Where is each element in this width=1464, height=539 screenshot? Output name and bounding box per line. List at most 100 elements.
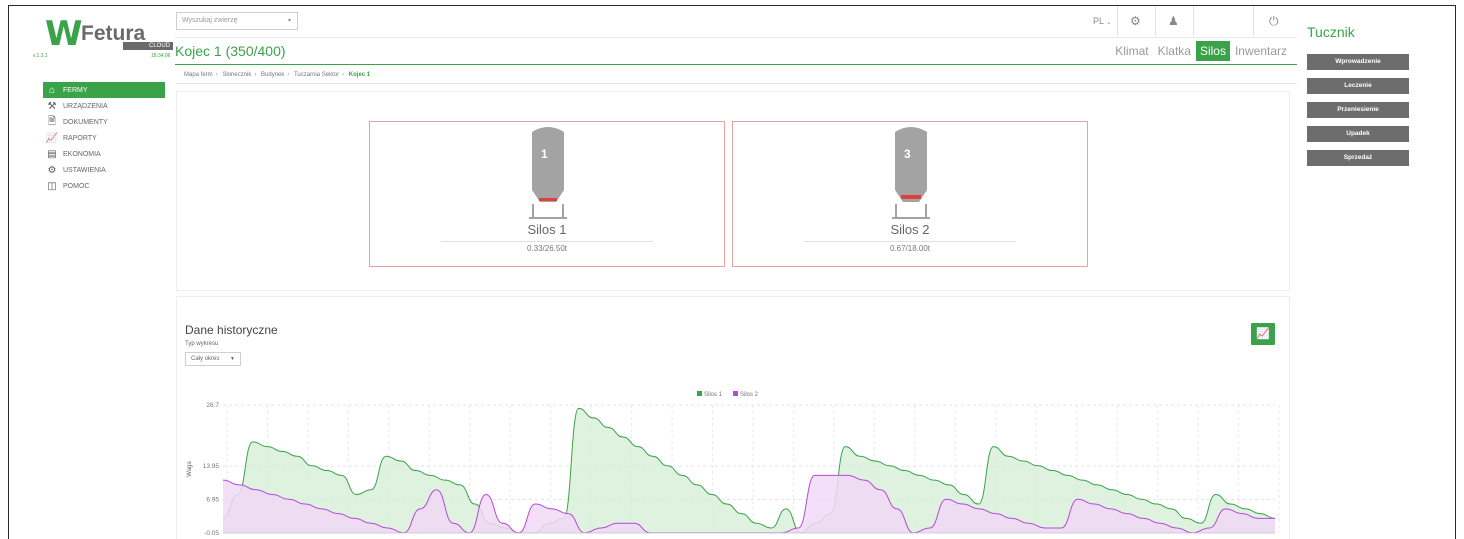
breadcrumb-item[interactable]: Tuczarnia Sektor [294,72,339,78]
nav-item-ekonomia[interactable]: ▤ EKONOMIA [43,146,165,162]
user-icon[interactable]: ♟ [1168,14,1179,28]
breadcrumb-current: Kojec 1 [348,72,371,78]
treatment-button[interactable]: Leczenie [1307,78,1409,94]
page-header: Kojec 1 (350/400) Klimat Klatka Silos In… [175,38,1297,65]
y-axis-label: Waga [187,461,193,477]
tab-klimat[interactable]: Klimat [1111,41,1152,61]
nav-item-raporty[interactable]: 📈 RAPORTY [43,130,165,146]
divider [1253,6,1254,36]
nav-label: FERMY [63,86,88,94]
animal-search-select[interactable]: Wyszukaj zwierzę ▾ [176,12,298,30]
main-nav: ⌂ FERMY ⚒ URZĄDZENIA 🗎 DOKUMENTY 📈 RAPOR… [43,82,165,194]
film-icon: ◫ [47,180,57,192]
silo-card[interactable]: 3 Silos 2 0.67/18.00t [732,121,1088,267]
y-tick-label: 13.95 [203,463,220,470]
animal-type-title: Tucznik [1307,24,1355,40]
tab-silos[interactable]: Silos [1195,41,1230,61]
chevron-down-icon: ▼ [230,356,235,362]
chevron-right-icon: › [215,72,218,78]
nav-label: RAPORTY [63,134,97,142]
logo[interactable]: W Fetura CLOUD [35,12,175,58]
introduce-button[interactable]: Wprowadzenie [1307,54,1409,70]
nav-label: EKONOMIA [63,150,101,158]
gear-icon: ⚙ [47,164,57,176]
document-icon: 🗎 [47,115,57,127]
history-panel: Dane historyczne Typ wykresu Cały okres … [177,297,1289,539]
history-title: Dane historyczne [185,323,278,337]
breadcrumb-item[interactable]: Budynek [261,72,284,78]
divider [1155,6,1156,36]
nav-label: URZĄDZENIA [63,102,108,110]
breadcrumb-item[interactable]: Mapa ferm [184,72,213,78]
power-icon[interactable]: ⏻ [1269,14,1279,29]
breadcrumb-item[interactable]: Słonecznik [222,72,251,78]
breadcrumb: Mapa ferm › Słonecznik › Budynek › Tuczarni… [175,67,1297,84]
sale-button[interactable]: Sprzedaż [1307,150,1409,166]
y-tick-label: -0.05 [204,530,219,537]
left-sidebar: W Fetura CLOUD v.1.2.1 18:34:06 ⌂ FERMY … [9,6,175,539]
fall-button[interactable]: Upadek [1307,126,1409,142]
search-placeholder: Wyszukaj zwierzę [182,17,238,24]
nav-item-urzadzenia[interactable]: ⚒ URZĄDZENIA [43,98,165,114]
silo-badge: 3 [904,147,911,161]
period-select[interactable]: Cały okres ▼ [185,352,241,366]
cogs-icon[interactable]: ⚙ [1130,14,1141,28]
app-window: W Fetura CLOUD v.1.2.1 18:34:06 ⌂ FERMY … [8,5,1456,539]
y-tick-label: 26.7 [206,402,219,409]
money-icon: ▤ [47,148,57,160]
chevron-right-icon: › [342,72,345,78]
clock-label: 18:34:06 [151,53,171,59]
line-chart-icon: 📈 [1256,328,1270,340]
version-label: v.1.2.1 [33,53,48,59]
silo-level [901,195,921,199]
chevron-right-icon: › [287,72,290,78]
silo-card[interactable]: 1 Silos 1 0.33/26.50t [369,121,725,267]
tab-inwentarz[interactable]: Inwentarz [1231,41,1291,61]
divider [803,241,1017,242]
legend-swatch [733,391,738,396]
tab-klatka[interactable]: Klatka [1154,41,1195,61]
silo-name: Silos 1 [527,222,567,237]
y-tick-label: 6.95 [206,497,219,504]
silo-value: 0.33/26.50t [526,244,568,253]
nav-label: POMOC [63,182,90,190]
period-value: Cały okres [191,356,220,362]
language-select[interactable]: PL ⌄ [1093,16,1111,26]
top-bar: Wyszukaj zwierzę ▾ PL ⌄ ⚙ ♟ ⏻ [175,6,1297,38]
section-tabs: Klimat Klatka Silos Inwentarz [1110,41,1291,61]
chart-icon: 📈 [45,132,59,144]
wrench-icon: ⚒ [47,100,57,112]
page-title: Kojec 1 (350/400) [175,43,286,59]
nav-item-ustawienia[interactable]: ⚙ USTAWIENIA [43,162,165,178]
history-chart: Silos 1Silos 2-0.056.9513.9526.7Waga23.0… [187,391,1280,537]
nav-item-fermy[interactable]: ⌂ FERMY [43,82,165,98]
chevron-down-icon: ▾ [287,18,291,24]
logo-mark: W [45,14,82,54]
right-panel: Tucznik Wprowadzenie Leczenie Przeniesie… [1297,6,1455,539]
silo-name: Silos 2 [890,222,930,237]
nav-item-dokumenty[interactable]: 🗎 DOKUMENTY [43,114,165,130]
nav-label: DOKUMENTY [63,118,108,126]
language-label: PL [1093,16,1104,26]
silo-icon [529,127,567,219]
silo-level [539,198,557,201]
silo-icon [892,127,930,219]
logo-sub: CLOUD [123,42,173,50]
nav-item-pomoc[interactable]: ◫ POMOC [43,178,165,194]
divider [1117,6,1118,36]
legend-swatch [697,391,702,396]
chevron-right-icon: › [254,72,257,78]
divider [440,241,654,242]
chart-toggle-button[interactable]: 📈 [1251,323,1275,345]
legend-label: Silos 1 [704,392,723,398]
home-icon: ⌂ [48,84,56,96]
silo-value: 0.67/18.00t [889,244,931,253]
chevron-down-icon: ⌄ [1106,20,1112,26]
transfer-button[interactable]: Przeniesienie [1307,102,1409,118]
divider [1193,6,1194,36]
chart-type-label: Typ wykresu [185,341,219,347]
nav-label: USTAWIENIA [63,166,106,174]
legend-label: Silos 2 [740,392,759,398]
silos-panel: 1 Silos 1 0.33/26.50t 3 Silos 2 0.67/18.… [177,92,1289,290]
silo-badge: 1 [541,147,548,161]
